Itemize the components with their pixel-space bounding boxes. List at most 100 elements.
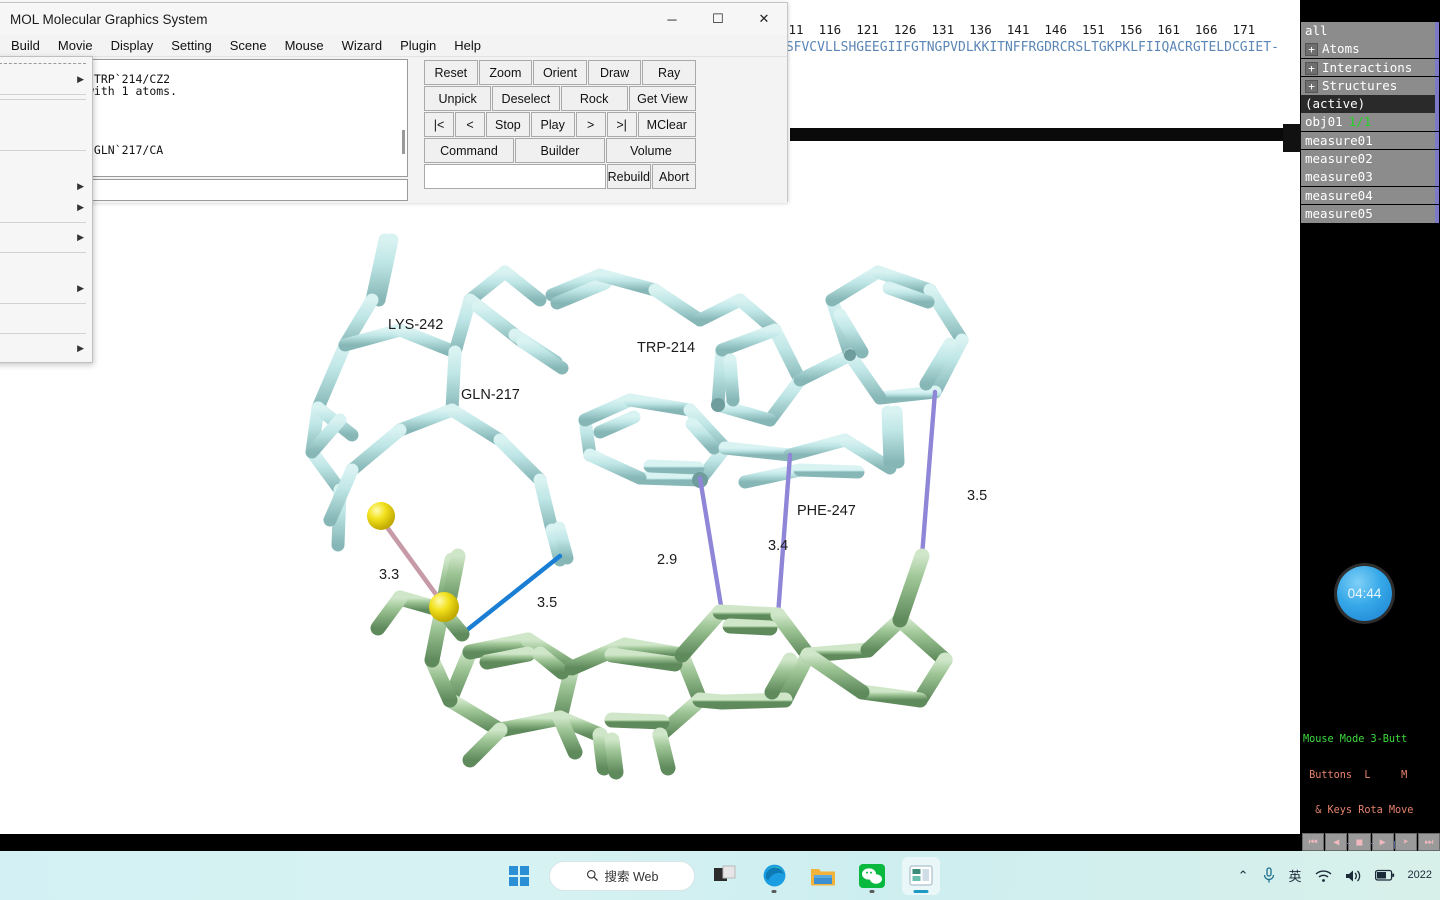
sequence-residues[interactable]: SSFVCVLLSHGEEGIIFGTNGPVDLKKITNFFRGDRCRSL… [780,40,1279,55]
button-row-movie[interactable]: |< < Stop Play > >| MClear [424,112,697,137]
menu-item-save-session-as[interactable]: ssion As... [0,125,92,146]
explorer-icon[interactable] [804,857,842,895]
menu-item-plugin[interactable]: Plugin [391,36,445,55]
system-tray[interactable]: ⌃ 英 2022 [1238,866,1432,885]
button-row-rebuild[interactable]: Rebuild Abort [424,164,696,189]
menu-item-working-directory[interactable]: g Directory ▶ [0,278,92,299]
menu-item-export-molecule[interactable]: Molecule... [0,155,92,176]
movie-next-button[interactable]: ➤ [1394,833,1417,851]
taskbar[interactable]: 搜索 Web ⌃ 英 2022 [0,851,1440,900]
taskview-icon[interactable] [706,857,744,895]
movie-stop-button[interactable]: ■ [1348,833,1371,851]
movie-last-button[interactable]: ⏭ [1417,833,1440,851]
object-row-measure03[interactable]: measure03 [1301,168,1439,186]
wechat-icon[interactable] [853,857,891,895]
minimize-icon[interactable]: ─ [649,3,695,35]
object-row-all[interactable]: all [1301,22,1439,40]
expand-icon[interactable]: + [1305,43,1318,57]
maximize-icon[interactable]: ☐ [695,3,741,35]
menu-item-resize[interactable]: ze ▶ [0,338,92,359]
zoom-button[interactable]: Zoom [478,60,533,85]
unpick-button[interactable]: Unpick [424,86,492,111]
movie-first-button[interactable]: ⏮ [1302,833,1325,851]
console-scrollbar[interactable] [402,130,405,154]
file-menu-dropdown[interactable]: MOL Window ▶ ssion ssion As... Molecule.… [0,56,93,363]
menu-bar[interactable]: Build Movie Display Setting Scene Mouse … [0,35,787,57]
movie-stop-button2[interactable]: Stop [486,112,530,137]
movie-play-button[interactable]: ▶ [1371,833,1394,851]
object-row-measure04[interactable]: measure04 [1301,186,1439,205]
movie-end-button[interactable]: >| [606,112,637,137]
menu-item-build[interactable]: Build [2,36,49,55]
menu-item-wizard[interactable]: Wizard [333,36,391,55]
menu-item-help[interactable]: Help [445,36,490,55]
pymol-icon[interactable] [902,856,940,895]
menu-item-mouse[interactable]: Mouse [276,36,333,55]
expand-icon[interactable]: + [1305,61,1318,75]
pymol-main-window[interactable]: MOL Molecular Graphics System ─ ☐ ✕ Buil… [0,2,788,203]
draw-button[interactable]: Draw [587,60,642,85]
movie-controls[interactable]: ⏮ ◀ ■ ▶ ➤ ⏭ [1300,833,1440,851]
taskbar-center[interactable]: 搜索 Web [0,856,1440,895]
movie-forward-button[interactable]: > [575,112,606,137]
rock-button[interactable]: Rock [560,86,628,111]
menu-tearoff[interactable] [0,63,86,64]
movie-play-button2[interactable]: Play [530,112,575,137]
menu-item-export-image-as[interactable]: mage As ▶ [0,176,92,197]
menu-item-edit-pymolrc[interactable]: nolrc [0,308,92,329]
abort-button[interactable]: Abort [652,164,696,189]
reset-button[interactable]: Reset [424,60,478,85]
ray-button[interactable]: Ray [642,60,696,85]
object-row-obj01[interactable]: obj01 1/1 [1301,113,1439,132]
close-icon[interactable]: ✕ [741,3,787,35]
menu-item-export-movie-as[interactable]: Movie As ▶ [0,197,92,218]
builder-button[interactable]: Builder [515,138,605,163]
command-button[interactable]: Command [424,138,514,163]
object-row-atoms[interactable]: + Atoms [1301,40,1439,58]
object-row-measure02[interactable]: measure02 [1301,149,1439,168]
menu-item-display[interactable]: Display [102,36,163,55]
start-icon[interactable] [500,857,538,895]
deselect-button[interactable]: Deselect [492,86,560,111]
mic-icon[interactable] [1262,867,1276,884]
object-row-structures[interactable]: + Structures [1301,76,1439,95]
button-row-mode[interactable]: Command Builder Volume [424,138,696,163]
expand-icon[interactable]: + [1305,79,1318,93]
status-entry-field[interactable] [424,164,606,189]
menu-item-run-script[interactable]: pt... [0,257,92,278]
menu-item-setting[interactable]: Setting [162,36,220,55]
search-pill[interactable]: 搜索 Web [549,860,695,891]
movie-prev-button[interactable]: ◀ [1325,833,1348,851]
button-row-select[interactable]: Unpick Deselect Rock Get View [424,86,696,111]
movie-back-button[interactable]: < [455,112,485,137]
menu-item-log[interactable]: ▶ [0,227,92,248]
menu-item-mol-window[interactable]: MOL Window ▶ [0,69,92,90]
object-row-measure05[interactable]: measure05 [1301,204,1439,223]
chevron-up-icon[interactable]: ⌃ [1238,868,1249,884]
volume-button[interactable]: Volume [606,138,696,163]
volume-icon[interactable] [1345,869,1362,883]
menu-item-save-session[interactable]: ssion [0,104,92,125]
button-row-view[interactable]: Reset Zoom Orient Draw Ray [424,60,696,85]
wifi-icon[interactable] [1315,869,1332,883]
object-panel[interactable]: all + Atoms + Interactions + Structures (ac… [1300,0,1440,851]
movie-rewind-button[interactable]: |< [424,112,454,137]
orient-button[interactable]: Orient [533,60,587,85]
window-controls[interactable]: ─ ☐ ✕ [649,3,787,35]
object-row-interactions[interactable]: + Interactions [1301,58,1439,77]
title-bar[interactable]: MOL Molecular Graphics System ─ ☐ ✕ [0,3,787,35]
button-panel[interactable]: Reset Zoom Orient Draw Ray Unpick Desele… [424,59,697,203]
object-list[interactable]: all + Atoms + Interactions + Structures (ac… [1300,0,1440,223]
ime-indicator[interactable]: 英 [1289,866,1302,885]
rebuild-button[interactable]: Rebuild [606,164,651,189]
getview-button[interactable]: Get View [628,86,696,111]
edge-icon[interactable] [755,857,793,895]
battery-icon[interactable] [1374,869,1395,882]
mclear-button[interactable]: MClear [637,112,697,137]
object-row-measure01[interactable]: measure01 [1301,131,1439,150]
menu-item-movie[interactable]: Movie [49,36,102,55]
timer-widget[interactable]: 04:44 [1337,566,1392,621]
sequence-viewer[interactable]: 11 116 121 126 131 136 141 146 151 156 1… [780,20,1300,62]
clock-date[interactable]: 2022 [1408,869,1432,882]
menu-item-scene[interactable]: Scene [221,36,276,55]
